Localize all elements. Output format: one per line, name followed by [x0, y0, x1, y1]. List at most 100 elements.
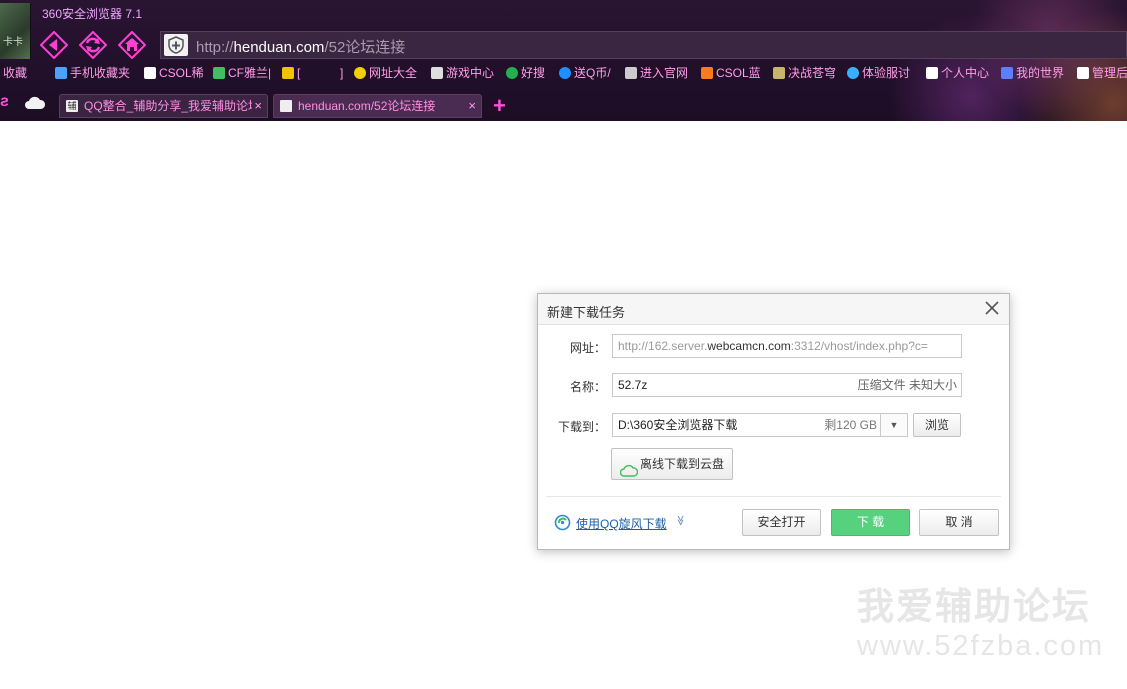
avatar[interactable]: 卡卡: [0, 3, 31, 59]
bookmark-item[interactable]: 好搜: [506, 65, 545, 81]
bookmark-label: CSOL稀: [159, 66, 204, 80]
phone-icon: [55, 67, 67, 79]
bookmark-item[interactable]: CSOL稀: [144, 65, 204, 81]
info-icon: [559, 67, 571, 79]
url-host: webcamcn.com: [707, 339, 791, 353]
refresh-button[interactable]: [79, 31, 107, 59]
bookmark-label: [: [297, 66, 301, 80]
security-shield[interactable]: [164, 34, 188, 56]
home-button[interactable]: [118, 31, 146, 59]
csol-icon: [701, 67, 713, 79]
filename-input[interactable]: 52.7z 压缩文件 未知大小: [612, 373, 962, 397]
destination-select[interactable]: D:\360安全浏览器下载 剩120 GB ▼: [612, 413, 908, 437]
chevron-down-icon[interactable]: ▼: [880, 414, 907, 436]
address-text[interactable]: http://henduan.com/52论坛连接: [196, 36, 405, 57]
new-download-dialog: 新建下载任务 网址： http://162.server.webcamcn.co…: [537, 293, 1010, 550]
cloud-download-label: 离线下载到云盘: [640, 457, 725, 471]
chevron-down-double-icon[interactable]: ≫: [675, 515, 686, 525]
bookmark-item[interactable]: 个人中心: [926, 65, 989, 81]
plus-icon: [354, 67, 366, 79]
bookmark-item[interactable]: 进入官网: [625, 65, 688, 81]
bookmark-item[interactable]: 决战苍穹: [773, 65, 836, 81]
bookmark-item[interactable]: [: [282, 65, 300, 81]
free-space: 剩120 GB: [824, 418, 877, 432]
tab-favicon-page-icon: [280, 100, 292, 112]
bookmark-label: 手机收藏夹: [70, 66, 131, 80]
url-field[interactable]: http://162.server.webcamcn.com:3312/vhos…: [612, 334, 962, 358]
dialog-title: 新建下载任务: [547, 305, 626, 320]
bookmark-label: ]: [340, 66, 344, 80]
search-icon: [506, 67, 518, 79]
bookmark-item[interactable]: 手机收藏夹: [55, 65, 130, 81]
qq-xuanfeng-icon: [554, 514, 571, 534]
close-icon: [985, 301, 999, 315]
shield-icon: [168, 36, 184, 54]
bookmark-item[interactable]: 送Q币/: [559, 65, 611, 81]
tab-scroll-left-icon[interactable]: ƨ: [0, 93, 9, 111]
tab-close-icon[interactable]: ×: [252, 95, 262, 117]
bookmark-label: 管理后: [1092, 66, 1127, 80]
qq-xuanfeng-link[interactable]: 使用QQ旋风下载: [554, 514, 667, 534]
browse-button[interactable]: 浏览: [913, 413, 961, 437]
glasses-icon: [625, 67, 637, 79]
browser-chrome: 卡卡 360安全浏览器 7.1 http://henduan.com/52论坛连…: [0, 0, 1127, 121]
tab-favicon: 辅: [66, 100, 78, 112]
cloud-sync-icon[interactable]: [24, 95, 46, 114]
bookmark-label: CF雅兰|: [228, 66, 272, 80]
cloud-download-button[interactable]: 离线下载到云盘: [611, 448, 733, 480]
app-title: 360安全浏览器 7.1: [42, 7, 143, 21]
download-button[interactable]: 下 载: [831, 509, 910, 536]
refresh-icon: [79, 31, 107, 59]
qq-link-label: 使用QQ旋风下载: [576, 517, 667, 531]
bookmark-item[interactable]: 收藏: [3, 65, 27, 81]
game-icon: [773, 67, 785, 79]
bookmark-label: 进入官网: [640, 66, 689, 80]
bookmark-item[interactable]: 游戏中心: [431, 65, 494, 81]
bookmark-item[interactable]: CF雅兰|: [213, 65, 271, 81]
avatar-glyph: 卡卡: [3, 37, 23, 48]
new-tab-button[interactable]: +: [493, 95, 506, 117]
cancel-button[interactable]: 取 消: [919, 509, 999, 536]
page-icon: [1077, 67, 1089, 79]
back-button[interactable]: [40, 31, 68, 59]
cloud-icon: [619, 458, 639, 488]
address-path: /52论坛连接: [324, 39, 406, 56]
back-icon: [40, 31, 68, 59]
close-button[interactable]: [983, 299, 1001, 317]
tab-henduan[interactable]: henduan.com/52论坛连接 ×: [273, 94, 482, 118]
bookmark-item[interactable]: 网址大全: [354, 65, 417, 81]
name-label: 名称：: [569, 380, 606, 394]
bookmark-label: 体验服讨: [862, 66, 911, 80]
tab-label: QQ整合_辅助分享_我爱辅助论坛: [84, 99, 261, 113]
destination-path: D:\360安全浏览器下载: [618, 418, 738, 432]
filename-value: 52.7z: [618, 378, 648, 392]
bookmark-item[interactable]: 我的世界: [1001, 65, 1064, 81]
page-icon: [144, 67, 156, 79]
bookmark-item[interactable]: CSOL蓝: [701, 65, 761, 81]
tree-icon: [213, 67, 225, 79]
safe-open-button[interactable]: 安全打开: [742, 509, 821, 536]
chrome-icon: [847, 67, 859, 79]
bookmark-label: 送Q币/: [574, 66, 611, 80]
address-scheme: http://: [196, 39, 234, 56]
divider: [546, 496, 1001, 497]
home-icon: [118, 31, 146, 59]
bookmark-item[interactable]: ]: [340, 65, 343, 81]
watermark-url: www.52fzba.com: [857, 630, 1105, 662]
tab-close-icon[interactable]: ×: [466, 95, 476, 117]
tab-strip: ƨ 辅 QQ整合_辅助分享_我爱辅助论坛 × henduan.com/52论坛连…: [0, 93, 1127, 121]
address-bar[interactable]: http://henduan.com/52论坛连接: [160, 31, 1127, 59]
url-pre: http://162.server.: [618, 339, 708, 353]
address-host: henduan.com: [233, 39, 325, 56]
gamepad-icon: [431, 67, 443, 79]
bookmark-label: 个人中心: [941, 66, 990, 80]
bookmark-item[interactable]: 体验服讨: [847, 65, 910, 81]
page-icon: [926, 67, 938, 79]
tab-label: henduan.com/52论坛连接: [298, 99, 436, 113]
url-label: 网址：: [569, 341, 606, 355]
file-type-size: 压缩文件 未知大小: [857, 378, 957, 392]
tab-qq-zhenghe[interactable]: 辅 QQ整合_辅助分享_我爱辅助论坛 ×: [59, 94, 268, 118]
pai-icon: [282, 67, 294, 79]
bookmark-item[interactable]: 管理后: [1077, 65, 1127, 81]
destination-label: 下载到：: [557, 420, 606, 434]
